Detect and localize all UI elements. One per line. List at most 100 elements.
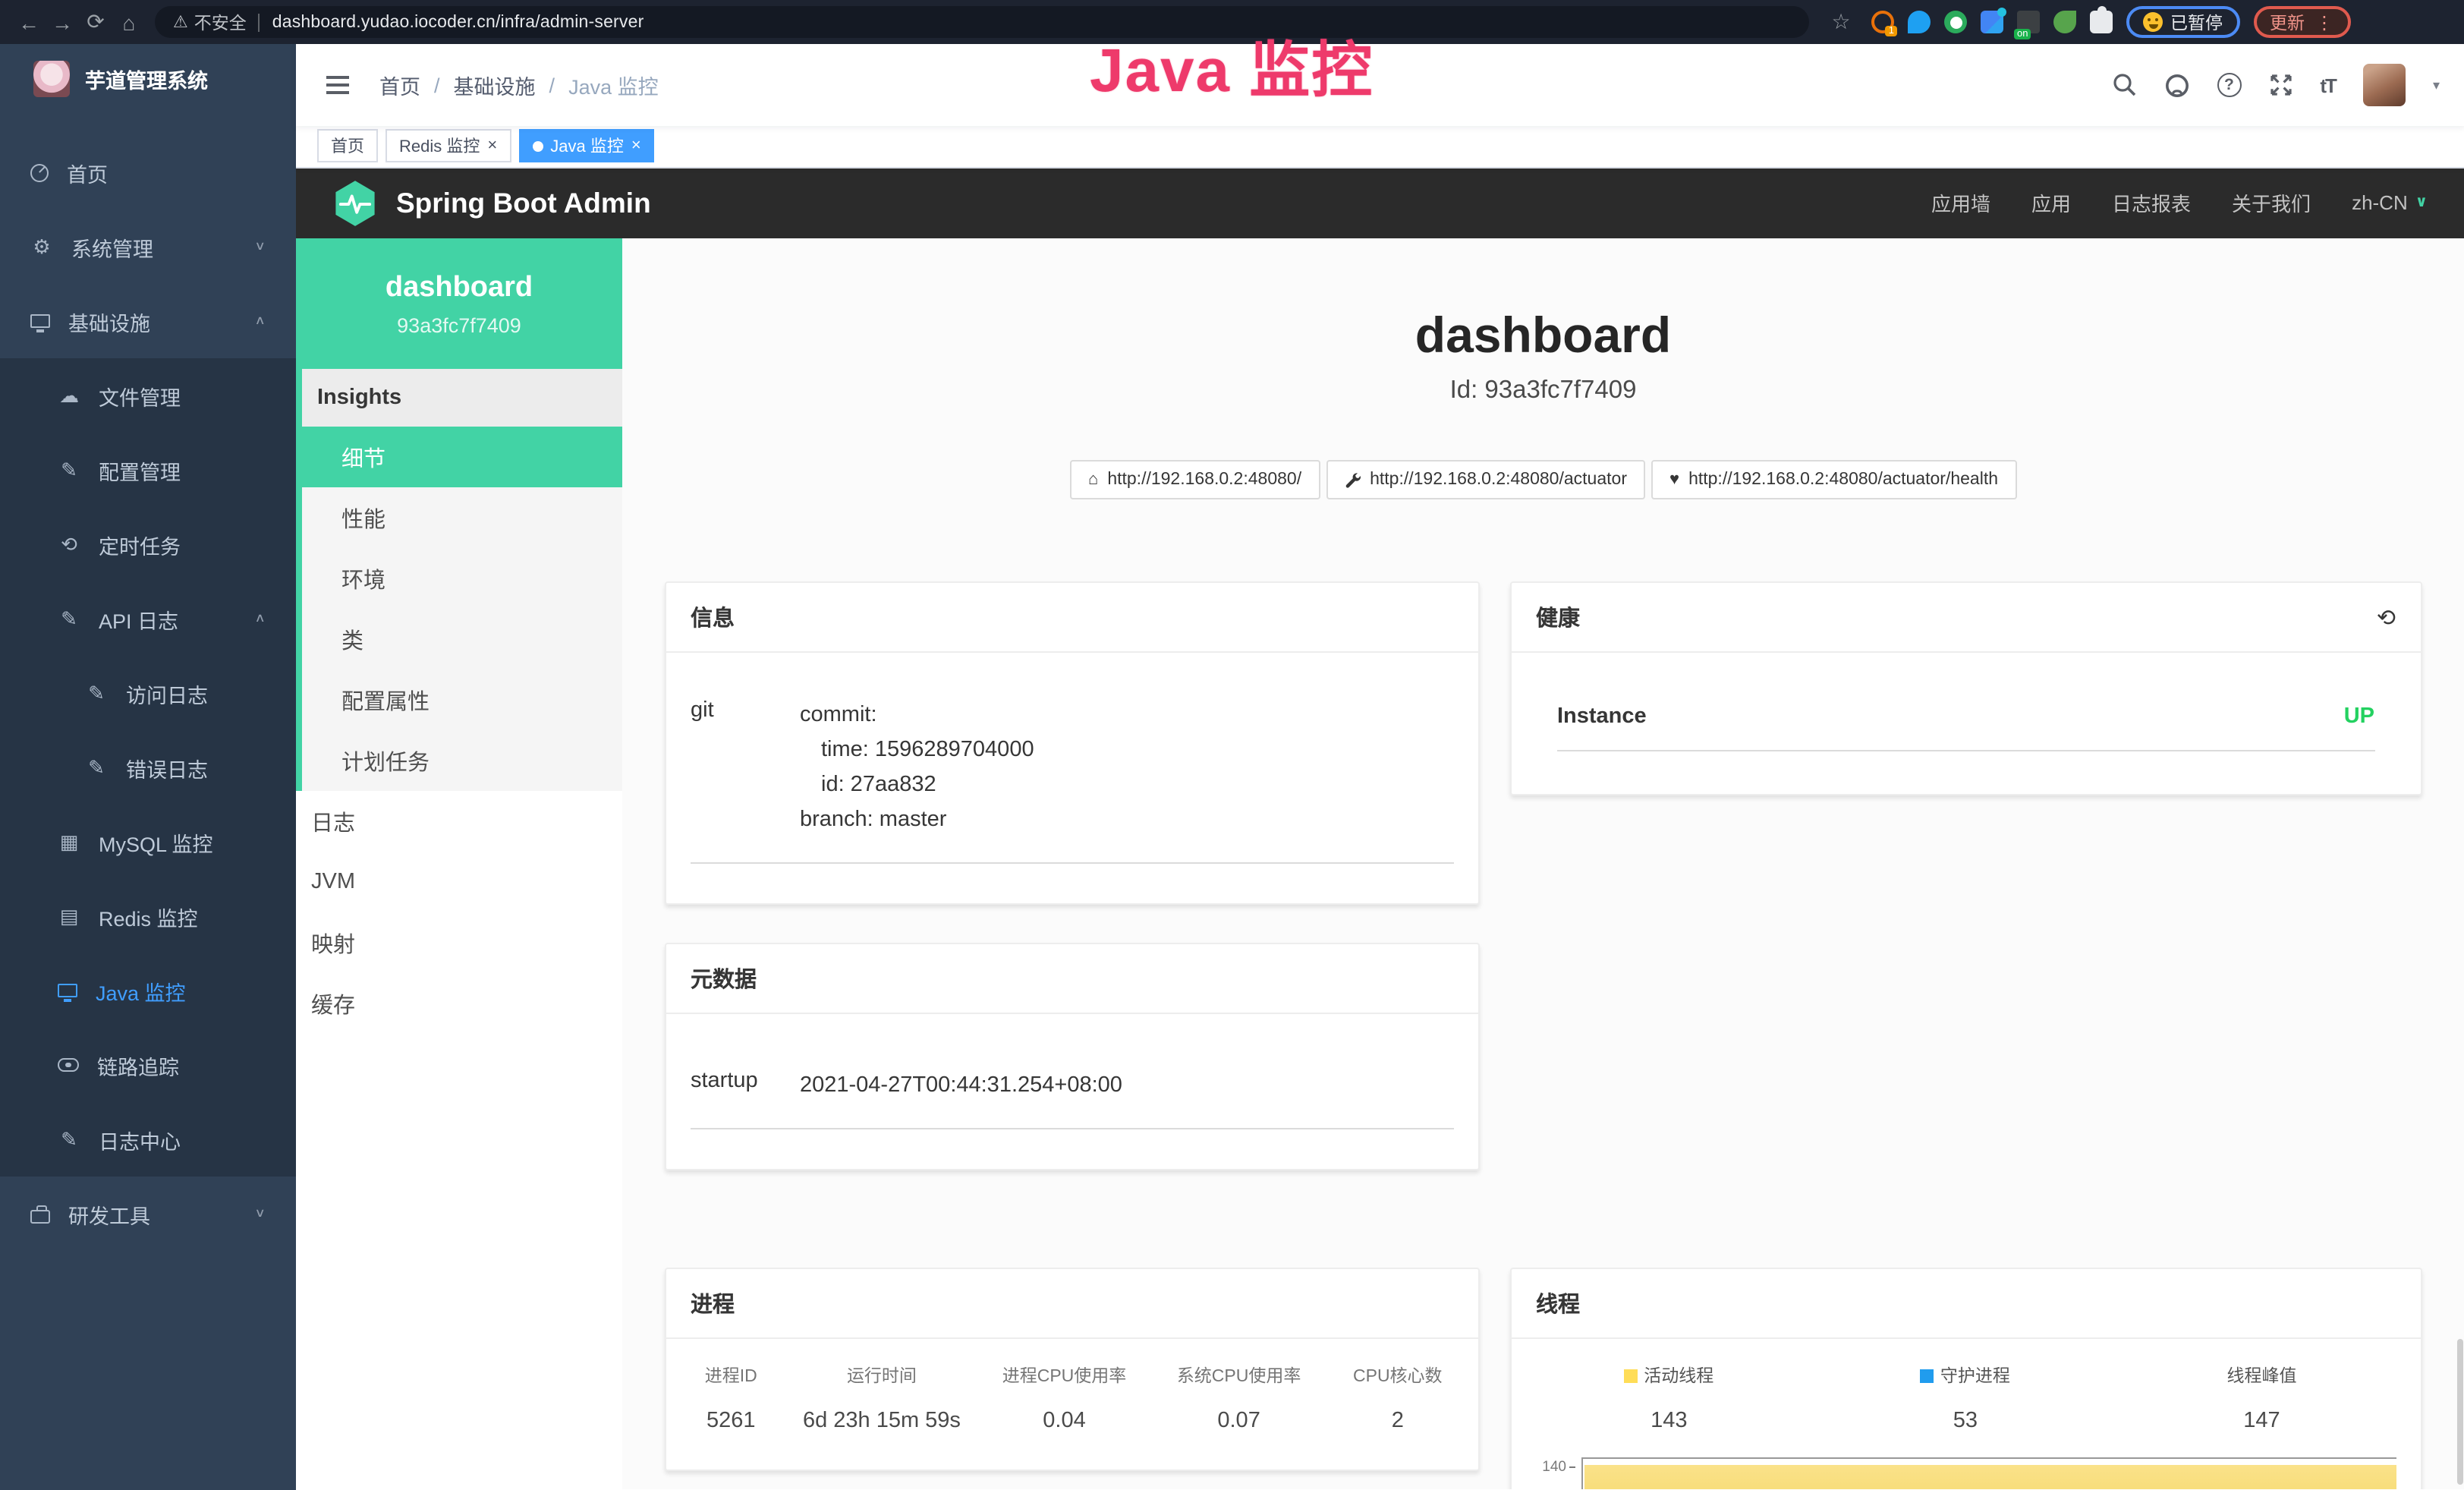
card-title: 信息 [666,584,1478,654]
github-icon[interactable] [2163,72,2189,98]
sba-locale-select[interactable]: zh-CN ∨ [2352,192,2428,215]
breadcrumb-infra[interactable]: 基础设施 [454,70,536,100]
java-monitor-icon [58,984,77,997]
actuator-url-button[interactable]: http://192.168.0.2:48080/actuator [1326,461,1645,500]
sba-item-caches[interactable]: 缓存 [296,974,622,1035]
sidebar-item-java-monitor[interactable]: Java 监控 [0,953,296,1028]
health-card: 健康 ⟲ Instance UP [1510,582,2422,796]
sba-item-metrics[interactable]: 性能 [296,488,622,549]
sba-nav-about[interactable]: 关于我们 [2232,189,2311,218]
legend-value: 53 [1953,1410,1978,1434]
sidebar-item-label: API 日志 [99,603,178,634]
reload-icon[interactable]: ⟳ [79,9,112,35]
instance-header[interactable]: dashboard 93a3fc7f7409 [296,239,622,370]
sba-item-details[interactable]: 细节 [296,427,622,488]
tag-home[interactable]: 首页 [317,130,378,163]
git-branch-line: branch: master [800,804,1454,839]
sba-sidebar: dashboard 93a3fc7f7409 Insights 细节 性能 环境… [296,239,622,1490]
live-threads-area [1584,1466,2396,1490]
metadata-card: 元数据 startup 2021-04-27T00:44:31.254+08:0… [665,943,1480,1171]
extension-icon[interactable] [2090,11,2113,33]
column-header: 进程CPU使用率 [977,1364,1151,1388]
card-body: git commit: time: 1596289704000 id: 27aa… [666,654,1478,904]
help-icon[interactable]: ? [2217,73,2241,97]
extension-icon[interactable] [1944,11,1967,33]
fullscreen-icon[interactable] [2268,73,2292,97]
sba-item-environment[interactable]: 环境 [296,549,622,610]
sidebar-item-config-manage[interactable]: ✎ 配置管理 [0,433,296,507]
sidebar-item-scheduled-job[interactable]: ⟲ 定时任务 [0,507,296,581]
log-edit-icon: ✎ [58,1127,80,1151]
main-area: 首页 / 基础设施 / Java 监控 ? [296,44,2464,1490]
card-title: 元数据 [666,945,1478,1015]
close-icon[interactable]: × [631,137,641,156]
sidebar-item-redis-monitor[interactable]: ▤ Redis 监控 [0,879,296,953]
right-column: 健康 ⟲ Instance UP [1510,582,2422,796]
sba-nav-journal[interactable]: 日志报表 [2112,189,2191,218]
home-icon[interactable]: ⌂ [112,10,146,34]
sba-nav-applications[interactable]: 应用 [2031,189,2071,218]
service-url-button[interactable]: ⌂ http://192.168.0.2:48080/ [1070,461,1320,500]
row-value: commit: time: 1596289704000 id: 27aa832 … [800,699,1454,839]
sidebar-item-mysql-monitor[interactable]: ▦ MySQL 监控 [0,805,296,879]
process-card: 进程 进程ID 5261 运行时间 6d 23h 15m 59s [665,1268,1480,1472]
sidebar-item-dev-tools[interactable]: 研发工具 ∨ [0,1177,296,1251]
sba-item-jvm[interactable]: JVM [296,852,622,913]
close-icon[interactable]: × [487,137,497,156]
sidebar-item-api-log[interactable]: ✎ API 日志 ∧ [0,581,296,656]
spring-boot-admin: Spring Boot Admin 应用墙 应用 日志报表 关于我们 zh-CN… [296,168,2464,1490]
paused-button[interactable]: 已暂停 [2126,6,2239,38]
text-size-icon[interactable]: tT [2320,74,2336,96]
sidebar-item-tracing[interactable]: 链路追踪 [0,1028,296,1102]
sba-brand[interactable]: Spring Boot Admin [396,187,651,220]
table-grid-icon: ▦ [58,830,80,854]
sba-item-loggers[interactable]: 日志 [296,792,622,852]
sidebar-item-system[interactable]: ⚙ 系统管理 ∨ [0,209,296,284]
sba-body: dashboard 93a3fc7f7409 Insights 细节 性能 环境… [296,239,2464,1490]
admin-app: 芋道管理系统 首页 ⚙ 系统管理 ∨ 基础设施 ∧ [0,44,2464,1490]
sba-item-mappings[interactable]: 映射 [296,913,622,974]
sidebar-item-access-log[interactable]: ✎ 访问日志 [0,656,296,730]
extension-icon[interactable] [2053,11,2076,33]
user-avatar[interactable] [2363,64,2406,106]
sba-item-config-props[interactable]: 配置属性 [296,670,622,731]
card-body: Instance UP [1512,654,2420,795]
tag-redis-monitor[interactable]: Redis 监控 × [385,130,511,163]
avatar-caret-icon[interactable]: ▾ [2433,77,2440,93]
bookmark-star-icon[interactable]: ☆ [1824,9,1858,35]
page-scrollbar[interactable] [2456,1338,2462,1484]
sidebar-item-home[interactable]: 首页 [0,135,296,209]
infra-submenu: ☁ 文件管理 ✎ 配置管理 ⟲ 定时任务 ✎ API 日志 ∧ [0,358,296,1177]
address-bar[interactable]: ⚠ 不安全 dashboard.yudao.iocoder.cn/infra/a… [155,6,1809,38]
health-url-button[interactable]: ♥ http://192.168.0.2:48080/actuator/heal… [1651,461,2016,500]
health-row-instance[interactable]: Instance UP [1557,654,2374,752]
extension-icon[interactable]: 1 [1871,11,1894,33]
column-header: 系统CPU使用率 [1152,1364,1326,1388]
sba-item-scheduled-tasks[interactable]: 计划任务 [296,731,622,792]
extension-icon[interactable]: on [2017,11,2040,33]
hamburger-icon[interactable] [326,83,349,87]
sidebar-item-log-center[interactable]: ✎ 日志中心 [0,1102,296,1177]
back-icon[interactable]: ← [12,10,46,34]
cloud-upload-icon: ☁ [58,383,80,408]
extension-icon[interactable] [1908,11,1931,33]
eye-icon [58,1058,79,1072]
app-logo[interactable]: 芋道管理系统 [0,44,296,114]
sba-item-classes[interactable]: 类 [296,610,622,670]
tag-java-monitor[interactable]: Java 监控 × [518,130,654,163]
search-icon[interactable] [2112,73,2136,97]
y-tick: 140 [1542,1460,1566,1476]
info-card: 信息 git commit: time: 1596289704000 id: 2… [665,582,1480,906]
sidebar-item-error-log[interactable]: ✎ 错误日志 [0,730,296,805]
sidebar-item-file-manage[interactable]: ☁ 文件管理 [0,358,296,433]
history-icon[interactable]: ⟲ [2377,604,2396,632]
sba-nav-wallboard[interactable]: 应用墙 [1931,189,1990,218]
sidebar-item-infra[interactable]: 基础设施 ∧ [0,284,296,358]
breadcrumb-home[interactable]: 首页 [379,70,420,100]
extension-icon[interactable] [1981,11,2003,33]
insecure-warning-icon: ⚠ [173,12,188,32]
kebab-menu-icon[interactable]: ⋮ [2315,11,2333,33]
update-button[interactable]: 更新 ⋮ [2253,6,2350,38]
forward-icon[interactable]: → [46,10,79,34]
threads-card: 线程 活动线程 143 [1510,1268,2422,1490]
